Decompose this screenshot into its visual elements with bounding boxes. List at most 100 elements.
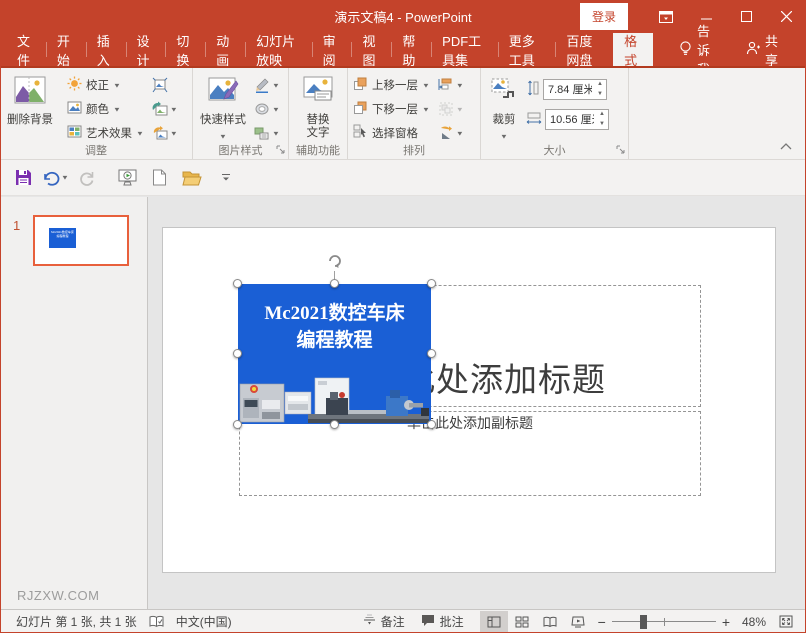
resize-handle-bottom-middle[interactable] — [329, 420, 339, 429]
corrections-button[interactable]: 校正 ▼ — [65, 73, 146, 97]
selected-picture[interactable]: Mc2021数控车床 编程教程 — [233, 252, 436, 429]
tab-file[interactable]: 文件 — [6, 33, 46, 68]
crop-button[interactable]: 裁剪 ▼ — [484, 71, 524, 143]
shape-width-icon — [526, 111, 542, 128]
resize-handle-middle-right[interactable] — [427, 349, 436, 358]
slide-sorter-view-button[interactable] — [508, 611, 536, 633]
tell-me-button[interactable]: 告诉我 — [665, 24, 732, 77]
bring-forward-icon — [353, 76, 368, 94]
reading-view-button[interactable] — [536, 611, 564, 633]
height-decrease-button[interactable]: ▼ — [594, 89, 606, 99]
resize-handle-middle-left[interactable] — [233, 349, 242, 358]
customize-qat-icon — [221, 174, 230, 181]
open-file-button[interactable] — [179, 165, 205, 191]
chevron-down-icon: ▼ — [219, 132, 227, 141]
tab-home[interactable]: 开始 — [45, 33, 86, 68]
zoom-slider-handle[interactable] — [639, 614, 647, 629]
width-increase-button[interactable]: ▲ — [596, 110, 608, 120]
color-button[interactable]: 颜色 ▼ — [65, 97, 146, 121]
chevron-down-icon: ▼ — [272, 81, 280, 89]
change-picture-button[interactable]: ▼ — [150, 97, 180, 121]
tab-animations[interactable]: 动画 — [205, 33, 245, 68]
tab-view[interactable]: 视图 — [351, 33, 391, 68]
height-increase-button[interactable]: ▲ — [594, 80, 606, 90]
color-picture-icon — [67, 100, 82, 118]
ribbon-group-adjust: 删除背景 校正 ▼ 颜色 ▼ 艺术效果 ▼ ▼ ▼ 调整 — [0, 68, 193, 159]
maximize-button[interactable] — [726, 0, 766, 33]
picture-border-button[interactable]: ▼ — [252, 73, 282, 97]
slide-canvas[interactable]: 单击此处添加标题 单击此处添加副标题 Mc2021数控车床 编程教程 — [149, 197, 806, 609]
ribbon-group-picture-styles: 快速样式 ▼ ▼ ▼ ▼ 图片样式 — [193, 68, 289, 159]
group-label-adjust: 调整 — [85, 145, 107, 157]
redo-icon — [80, 171, 94, 186]
resize-handle-bottom-right[interactable] — [427, 420, 436, 429]
normal-view-button[interactable] — [479, 610, 508, 633]
fit-slide-to-window-button[interactable] — [772, 611, 800, 633]
login-button[interactable]: 登录 — [579, 3, 628, 30]
tab-design[interactable]: 设计 — [125, 33, 166, 68]
comments-button[interactable]: 批注 — [413, 610, 472, 633]
tab-format-active[interactable]: 格式 — [613, 33, 653, 68]
spellcheck-button[interactable] — [145, 610, 168, 633]
compress-picture-button[interactable] — [150, 73, 180, 97]
picture-effects-button[interactable]: ▼ — [252, 97, 282, 121]
slideshow-view-button[interactable] — [564, 611, 592, 633]
group-objects-button[interactable]: ▼ — [436, 97, 466, 121]
group-objects-icon — [439, 102, 453, 116]
notes-button[interactable]: 备注 — [355, 610, 413, 633]
resize-handle-top-middle[interactable] — [329, 279, 339, 288]
chevron-down-icon: ▼ — [500, 132, 508, 141]
slide-1-thumbnail[interactable]: Mc2021数控车床 编程教程 — [33, 215, 129, 266]
start-from-beginning-button[interactable] — [115, 165, 141, 191]
collapse-ribbon-button[interactable] — [780, 139, 792, 153]
save-button[interactable] — [10, 165, 36, 191]
share-button[interactable]: 共享 — [732, 33, 792, 68]
dialog-launcher-icon[interactable] — [616, 143, 625, 157]
send-backward-button[interactable]: 下移一层 ▼ — [351, 97, 432, 121]
resize-handle-top-left[interactable] — [233, 279, 242, 288]
bring-forward-button[interactable]: 上移一层 ▼ — [351, 73, 432, 97]
tab-baidu-netdisk[interactable]: 百度网盘 — [555, 33, 613, 68]
zoom-out-button[interactable]: − — [598, 615, 606, 629]
remove-background-button[interactable]: 删除背景 — [3, 71, 57, 127]
zoom-in-button[interactable]: + — [722, 615, 730, 629]
lightbulb-icon — [679, 40, 692, 59]
slideshow-play-icon — [118, 169, 137, 186]
new-document-button[interactable] — [147, 165, 173, 191]
slide-counter[interactable]: 幻灯片 第 1 张, 共 1 张 — [8, 610, 145, 633]
width-decrease-button[interactable]: ▼ — [596, 119, 608, 129]
tab-help[interactable]: 帮助 — [391, 33, 431, 68]
alt-text-button[interactable]: 替换 文字 — [297, 71, 339, 140]
remove-background-icon — [13, 75, 47, 111]
rotation-handle[interactable] — [325, 251, 345, 271]
close-button[interactable] — [766, 0, 806, 33]
tab-pdf-tools[interactable]: PDF工具集 — [431, 33, 498, 68]
ribbon: 删除背景 校正 ▼ 颜色 ▼ 艺术效果 ▼ ▼ ▼ 调整 快速样式 ▼ ▼ ▼ … — [0, 66, 806, 160]
tab-insert[interactable]: 插入 — [85, 33, 126, 68]
resize-handle-bottom-left[interactable] — [233, 420, 242, 429]
align-objects-button[interactable]: ▼ — [436, 73, 466, 97]
ribbon-display-options-icon[interactable] — [646, 0, 686, 33]
zoom-slider[interactable] — [611, 614, 716, 629]
zoom-percentage[interactable]: 48% — [736, 615, 766, 629]
tab-slideshow[interactable]: 幻灯片放映 — [245, 33, 312, 68]
crop-icon — [488, 75, 520, 111]
customize-qat-button[interactable] — [213, 165, 239, 191]
cnc-lathe-photo — [239, 377, 429, 423]
chevron-down-icon: ▼ — [169, 129, 178, 137]
chevron-down-icon: ▼ — [422, 105, 430, 113]
redo-button-disabled[interactable] — [75, 165, 101, 191]
resize-handle-top-right[interactable] — [427, 279, 436, 288]
quick-styles-button[interactable]: 快速样式 ▼ — [196, 71, 250, 143]
notes-icon — [363, 614, 376, 629]
group-label-picture-styles: 图片样式 — [218, 145, 263, 157]
slide-number: 1 — [13, 218, 21, 233]
language-indicator[interactable]: 中文(中国) — [168, 610, 240, 633]
slide-editing-surface[interactable]: 单击此处添加标题 单击此处添加副标题 Mc2021数控车床 编程教程 — [162, 227, 776, 573]
dialog-launcher-icon[interactable] — [276, 143, 285, 157]
tab-review[interactable]: 审阅 — [311, 33, 352, 68]
tab-transitions[interactable]: 切换 — [165, 33, 205, 68]
tab-more-tools[interactable]: 更多工具 — [497, 33, 556, 68]
undo-button[interactable]: ▼ — [42, 165, 69, 191]
minimize-button[interactable] — [686, 0, 726, 33]
